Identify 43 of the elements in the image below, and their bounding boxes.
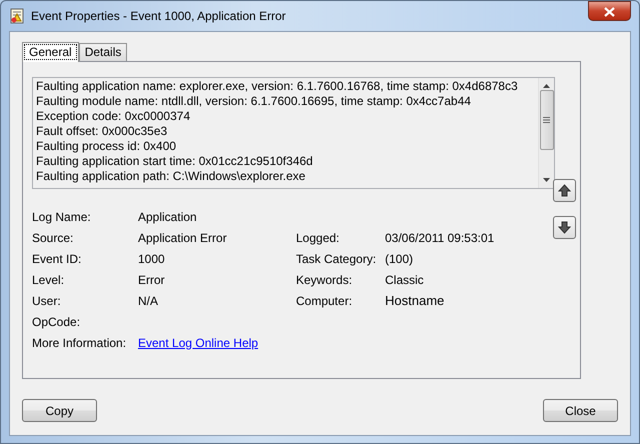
field-label: Logged: <box>296 230 340 244</box>
tab[interactable]: General <box>22 42 79 62</box>
previous-event-button[interactable] <box>553 179 576 202</box>
field-label: Level: <box>32 272 64 286</box>
field-label: Keywords: <box>296 272 352 286</box>
field-value: Application <box>138 210 197 224</box>
next-event-button[interactable] <box>553 216 576 239</box>
field-label: Log Name: <box>32 210 91 224</box>
grip-icon <box>543 117 550 123</box>
help-link[interactable]: Event Log Online Help <box>138 336 258 350</box>
description-line: Faulting application path: C:\Windows\explorer.exe <box>36 169 306 184</box>
arrow-up-icon <box>558 184 571 197</box>
field-value: Error <box>138 272 165 286</box>
tab[interactable]: Details <box>78 43 128 61</box>
description-line: Faulting application name: explorer.exe, version: 6.1.7600.16768, time stamp: 0x4d6878c3 <box>36 79 519 94</box>
field-label: OpCode: <box>32 314 80 328</box>
field-label: Event ID: <box>32 252 82 266</box>
field-value: N/A <box>138 294 158 308</box>
field-label: Computer: <box>296 294 352 308</box>
field-label: User: <box>32 294 61 308</box>
field-value: 1000 <box>138 252 165 266</box>
field-label: More Information: <box>32 336 126 350</box>
field-label: Source: <box>32 230 74 244</box>
field-value: Classic <box>385 272 424 286</box>
window-title: Event Properties - Event 1000, Application Error <box>31 8 286 25</box>
field-label: Task Category: <box>296 252 376 266</box>
description-line: Faulting application start time: 0x01cc21c9510f346d <box>36 154 314 169</box>
description-line: Faulting module name: ntdll.dll, version: 6.1.7600.16695, time stamp: 0x4cc7ab44 <box>36 94 472 109</box>
field-value: Hostname <box>385 292 444 308</box>
description-line: Fault offset: 0x000c35e3 <box>36 124 168 139</box>
field-value: 03/06/2011 09:53:01 <box>385 230 494 244</box>
field-value: (100) <box>385 252 414 266</box>
scroll-bar[interactable] <box>538 78 554 188</box>
scroll-down-icon[interactable] <box>543 178 550 182</box>
arrow-down-icon <box>558 221 571 234</box>
field-value: Application Error <box>138 230 227 244</box>
scroll-up-icon[interactable] <box>543 84 550 88</box>
description-line: Exception code: 0xc0000374 <box>36 109 192 124</box>
copy-button[interactable]: Copy <box>22 399 97 422</box>
close-button[interactable]: Close <box>543 399 618 422</box>
event-log-icon <box>9 8 25 24</box>
close-icon[interactable] <box>588 1 631 21</box>
description-line: Faulting process id: 0x400 <box>36 139 178 154</box>
